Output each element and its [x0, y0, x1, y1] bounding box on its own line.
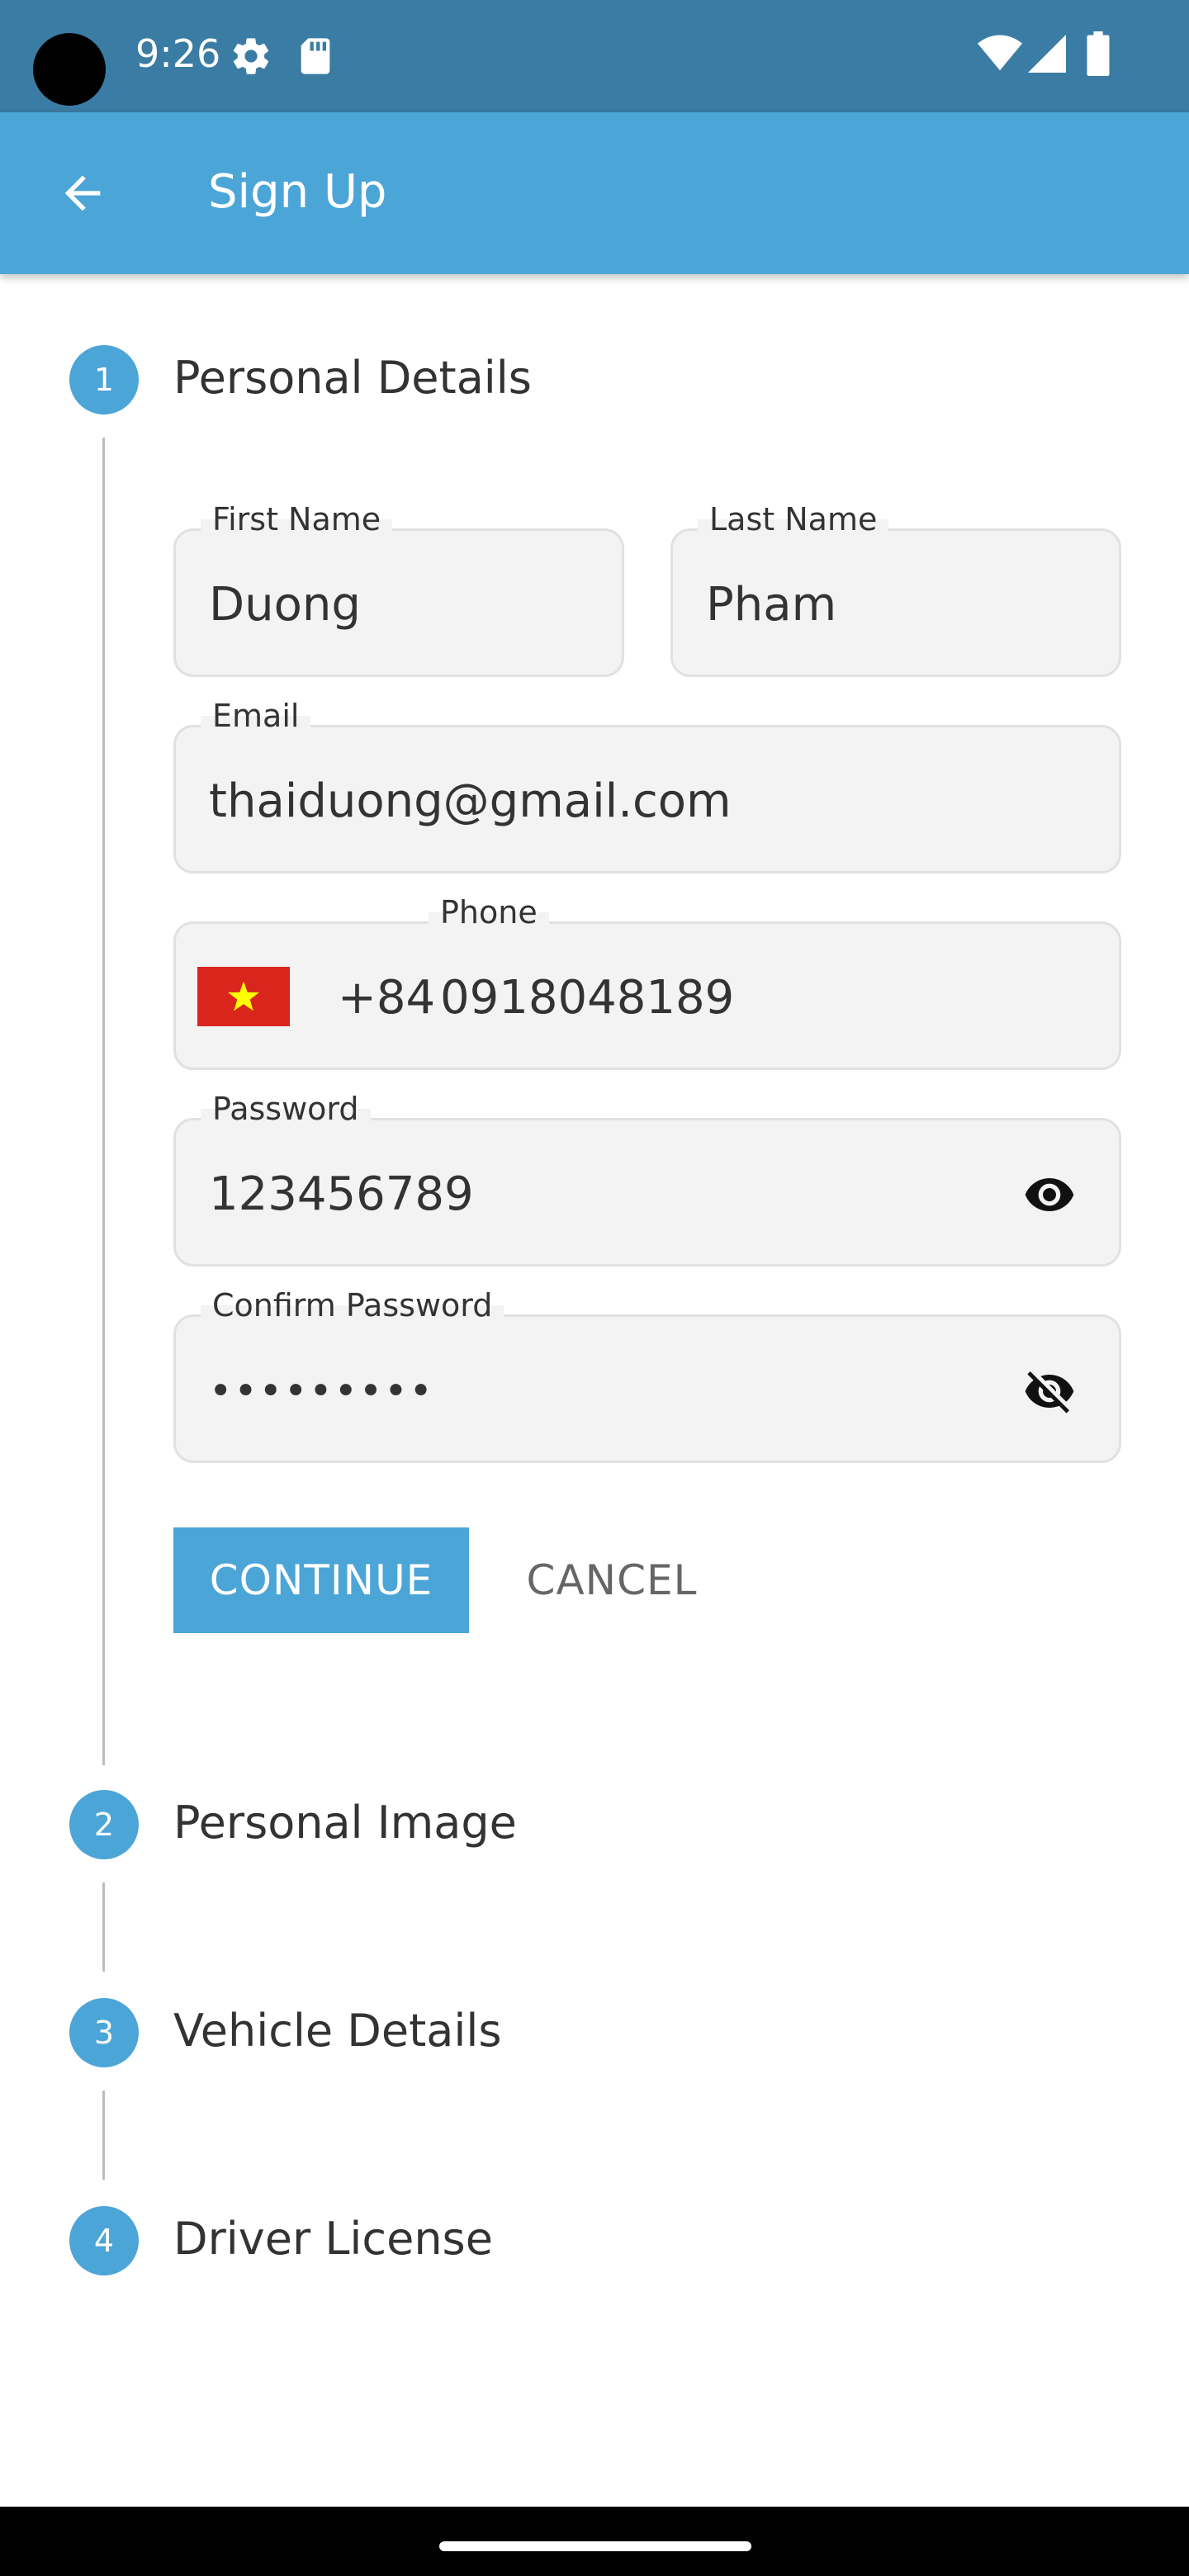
back-button[interactable]	[40, 150, 126, 236]
wifi-icon	[978, 35, 1022, 76]
email-label: Email	[201, 698, 311, 734]
last-name-label: Last Name	[698, 501, 889, 537]
phone-input[interactable]: 0918048189	[440, 972, 734, 1025]
cancel-button[interactable]: CANCEL	[520, 1527, 703, 1633]
continue-button[interactable]: CONTINUE	[173, 1527, 469, 1633]
phone-field[interactable]: Phone +84 0918048189	[173, 894, 1121, 1070]
sd-card-icon	[297, 35, 334, 81]
step-connector-line	[102, 1882, 105, 1972]
confirm-password-input[interactable]: •••••••••	[209, 1365, 434, 1418]
status-bar: 9:26	[0, 0, 1189, 112]
country-dial-code[interactable]: +84	[338, 972, 435, 1025]
step-personal-details[interactable]: 1 Personal Details	[0, 330, 1189, 429]
step-connector-line	[102, 438, 105, 1765]
step-label: Personal Image	[173, 1797, 517, 1849]
password-label: Password	[201, 1091, 371, 1127]
password-input[interactable]: 123456789	[209, 1168, 474, 1221]
phone-label: Phone	[429, 894, 549, 930]
confirm-password-field[interactable]: Confirm Password •••••••••	[173, 1287, 1121, 1463]
step-vehicle-details[interactable]: 3 Vehicle Details	[0, 1983, 1189, 2082]
page-title: Sign Up	[208, 165, 387, 219]
status-time: 9:26	[135, 31, 221, 76]
settings-icon	[230, 35, 272, 81]
step-label: Vehicle Details	[173, 2005, 502, 2057]
eye-icon	[1025, 1178, 1074, 1211]
step-number-circle: 2	[69, 1790, 139, 1859]
step-label: Driver License	[173, 2213, 493, 2265]
app-bar: Sign Up	[0, 112, 1189, 274]
step-connector-line	[102, 2091, 105, 2180]
show-password-toggle[interactable]	[1018, 1163, 1081, 1226]
last-name-field[interactable]: Last Name Pham	[670, 501, 1121, 677]
first-name-label: First Name	[201, 501, 393, 537]
battery-icon	[1087, 31, 1110, 79]
step-number-circle: 1	[69, 345, 139, 414]
email-field[interactable]: Email thaiduong@gmail.com	[173, 698, 1121, 874]
first-name-input[interactable]: Duong	[209, 579, 361, 632]
step-label: Personal Details	[173, 352, 532, 404]
password-field[interactable]: Password 123456789	[173, 1091, 1121, 1267]
eye-off-icon	[1025, 1371, 1074, 1413]
step-driver-license[interactable]: 4 Driver License	[0, 2191, 1189, 2290]
confirm-password-label: Confirm Password	[201, 1287, 504, 1324]
camera-cutout	[33, 33, 106, 106]
step-personal-image[interactable]: 2 Personal Image	[0, 1775, 1189, 1874]
show-confirm-password-toggle[interactable]	[1018, 1360, 1081, 1423]
vietnam-flag-icon[interactable]	[197, 967, 290, 1026]
system-nav-bar	[0, 2507, 1189, 2576]
arrow-back-icon	[64, 175, 101, 211]
home-indicator[interactable]	[439, 2541, 751, 2551]
step-number-circle: 4	[69, 2206, 139, 2275]
step-number-circle: 3	[69, 1998, 139, 2067]
signal-icon	[1027, 35, 1067, 76]
first-name-field[interactable]: First Name Duong	[173, 501, 624, 677]
email-input[interactable]: thaiduong@gmail.com	[209, 775, 732, 828]
last-name-input[interactable]: Pham	[706, 579, 836, 632]
